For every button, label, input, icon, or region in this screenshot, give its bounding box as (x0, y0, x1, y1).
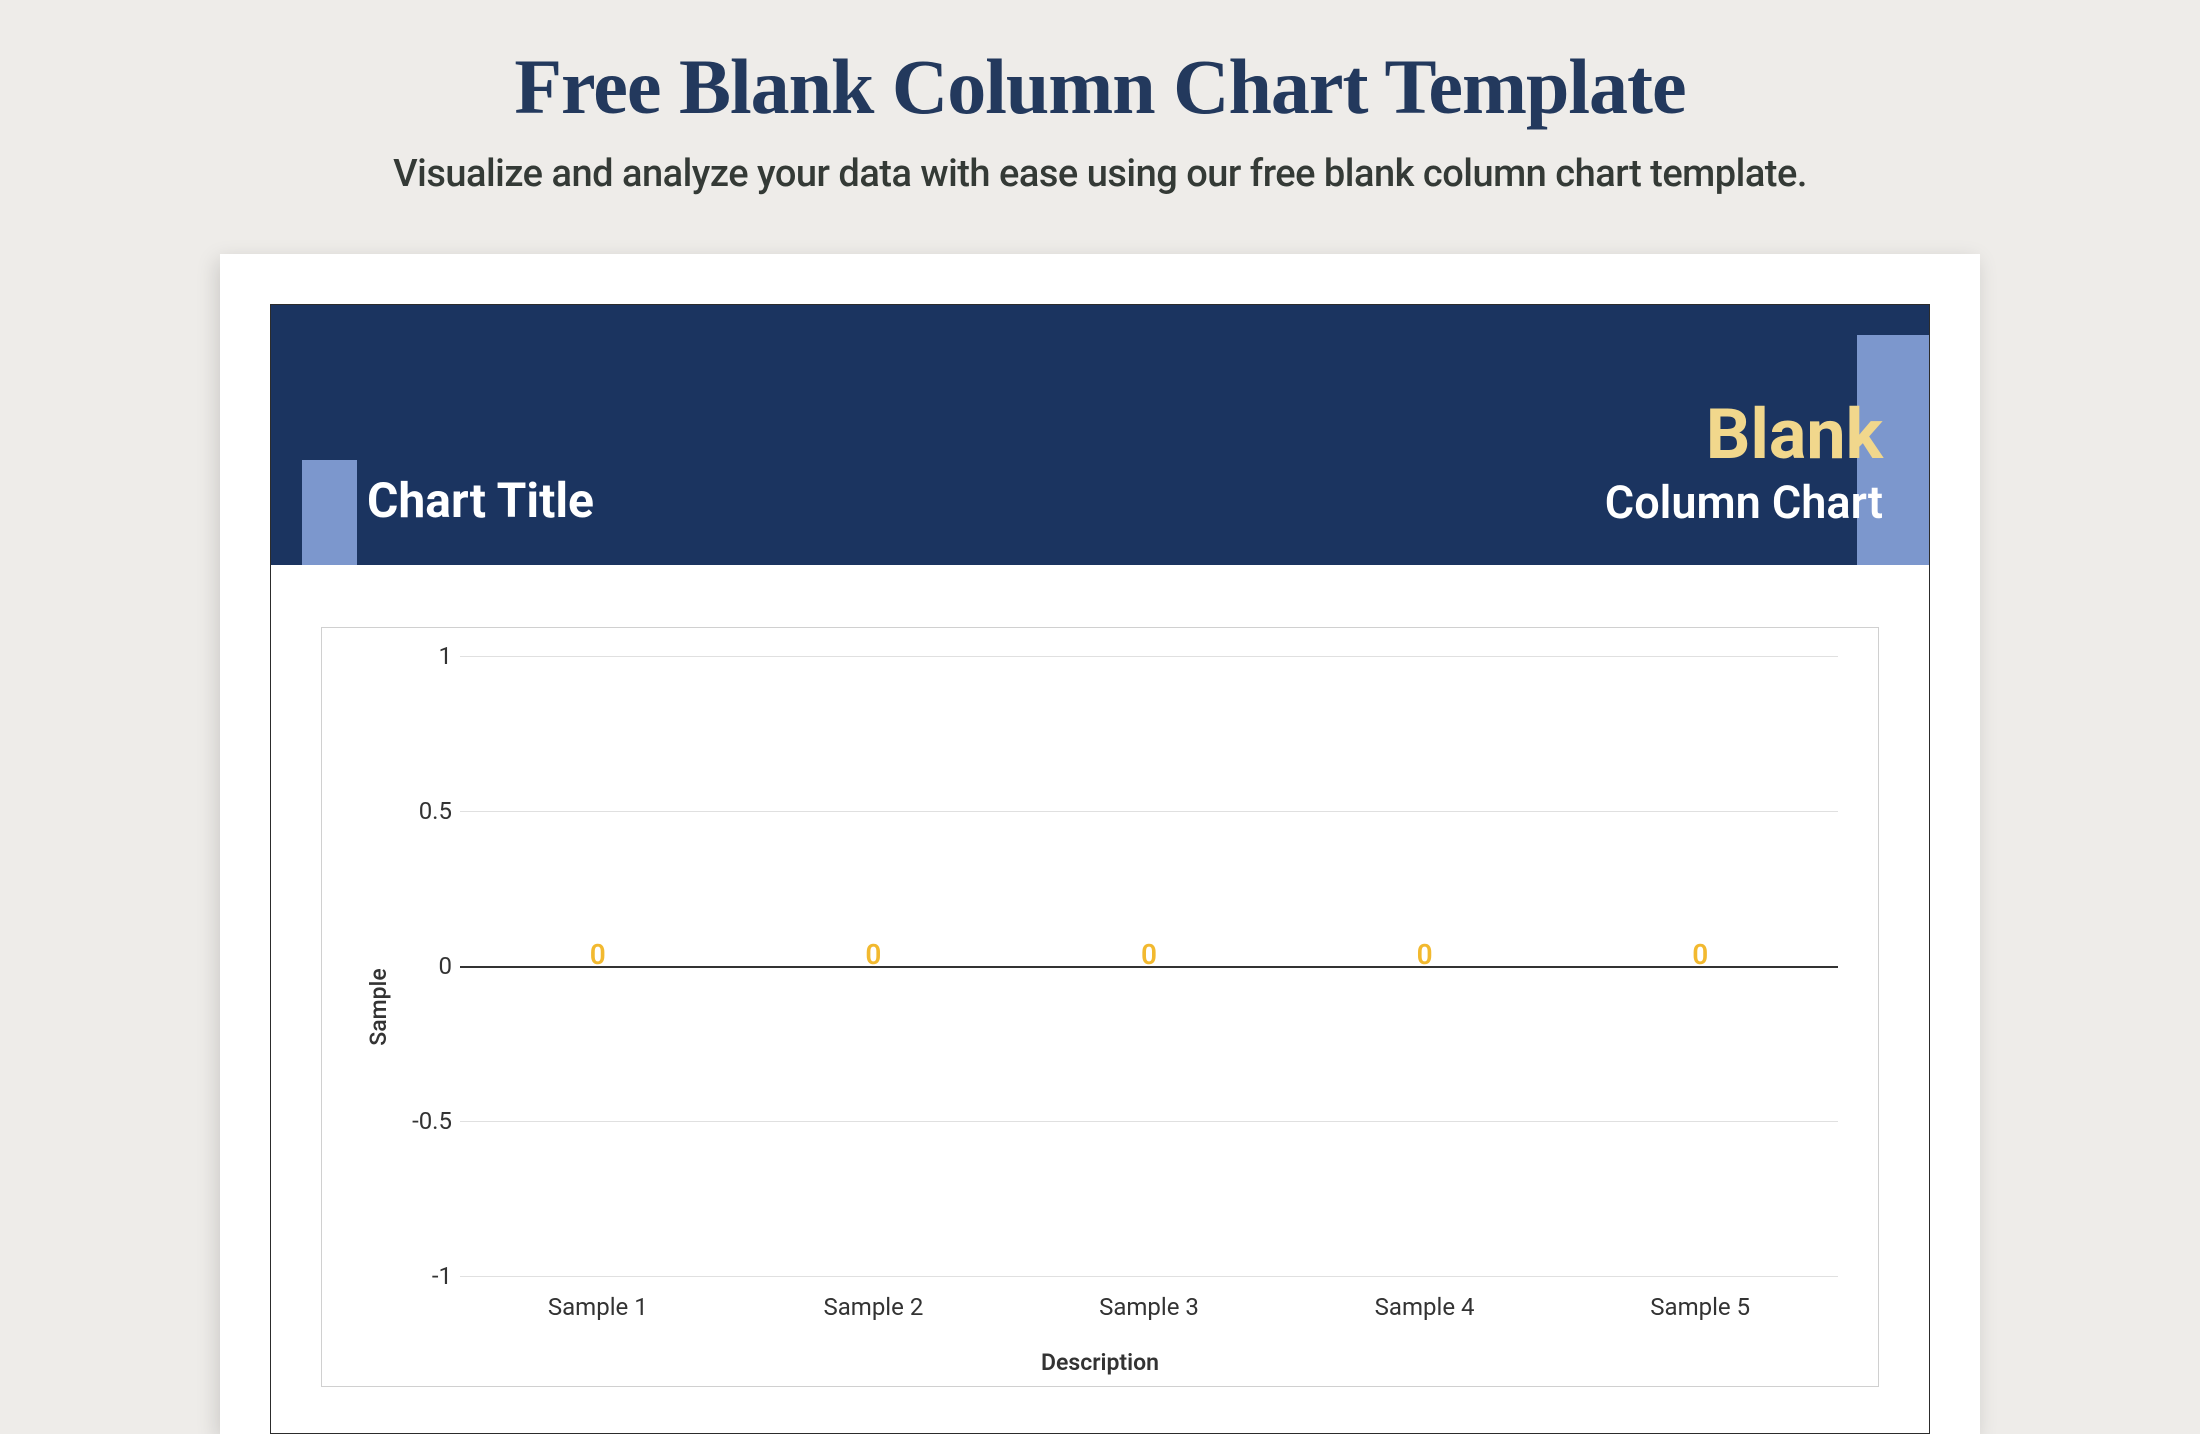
x-tick-label: Sample 5 (1650, 1293, 1750, 1321)
y-tick-label: 0.5 (402, 797, 452, 825)
page-title: Free Blank Column Chart Template (0, 0, 2200, 132)
y-tick-label: 1 (402, 642, 452, 670)
template-preview-card: Chart Title Blank Column Chart Sample 10… (220, 254, 1980, 1434)
decorative-block-left (302, 460, 357, 565)
gridline (460, 1121, 1838, 1122)
bar-data-label: 0 (1417, 938, 1433, 971)
chart-header: Chart Title Blank Column Chart (271, 305, 1929, 565)
x-axis-label: Description (1041, 1349, 1159, 1376)
chart-title-label: Chart Title (367, 472, 594, 529)
page-subtitle: Visualize and analyze your data with eas… (0, 152, 2200, 196)
gridline (460, 656, 1838, 657)
bar-data-label: 0 (1141, 938, 1157, 971)
y-tick-label: -0.5 (402, 1107, 452, 1135)
chart-type-container: Blank Column Chart (1605, 400, 1883, 529)
bar-data-label: 0 (865, 938, 881, 971)
chart-document: Chart Title Blank Column Chart Sample 10… (270, 304, 1930, 1434)
x-tick-label: Sample 4 (1375, 1293, 1475, 1321)
x-tick-label: Sample 1 (548, 1293, 648, 1321)
x-tick-label: Sample 3 (1099, 1293, 1199, 1321)
y-tick-label: -1 (402, 1262, 452, 1290)
column-chart-label: Column Chart (1605, 476, 1883, 529)
blank-label: Blank (1605, 400, 1883, 470)
x-tick-label: Sample 2 (823, 1293, 923, 1321)
y-tick-label: 0 (402, 952, 452, 980)
bar-data-label: 0 (1692, 938, 1708, 971)
bar-data-label: 0 (590, 938, 606, 971)
chart-plot-area: Sample 10.50-0.5-1Sample 10Sample 20Samp… (321, 627, 1879, 1387)
y-axis-label: Sample (365, 968, 392, 1045)
gridline (460, 811, 1838, 812)
plot-canvas: 10.50-0.5-1Sample 10Sample 20Sample 30Sa… (460, 656, 1838, 1276)
gridline (460, 1276, 1838, 1277)
